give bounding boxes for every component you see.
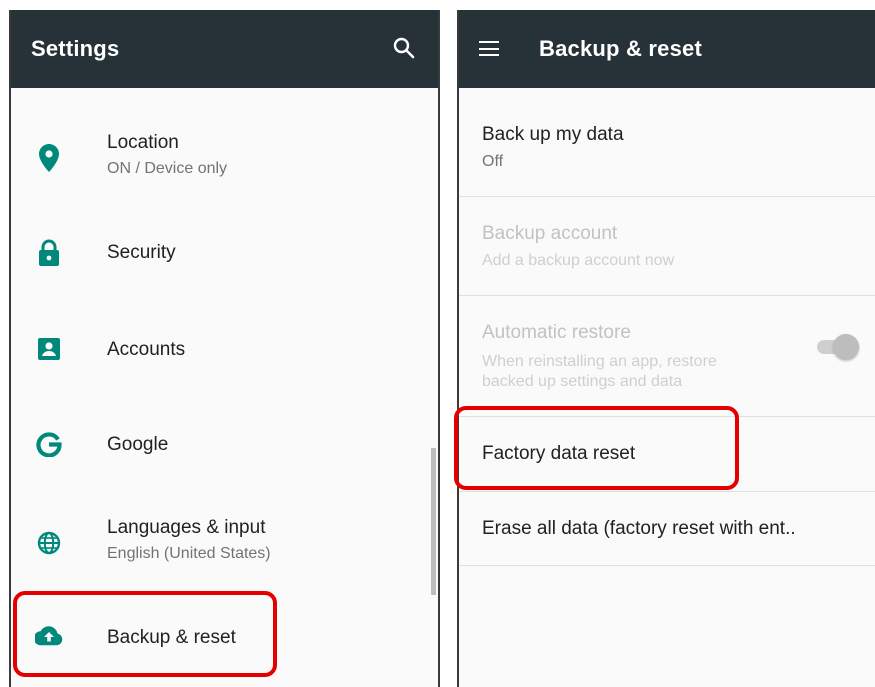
item-label: Google (107, 434, 169, 455)
lock-icon (33, 239, 65, 267)
globe-icon (33, 531, 65, 555)
item-sub: Add a backup account now (482, 252, 675, 269)
item-label: Languages & input (107, 517, 266, 538)
location-pin-icon (33, 144, 65, 172)
automatic-restore-toggle (817, 334, 859, 360)
item-label: Backup account (482, 223, 618, 244)
settings-item-languages[interactable]: Languages & input English (United States… (11, 505, 438, 580)
backup-item-back-up-my-data[interactable]: Back up my data Off (459, 88, 875, 197)
item-label: Location (107, 132, 179, 153)
item-label: Security (107, 242, 176, 263)
item-sub: Off (482, 153, 504, 170)
item-sub: English (United States) (107, 545, 271, 562)
page-title: Backup & reset (539, 36, 702, 61)
backup-item-automatic-restore: Automatic restore When reinstalling an a… (459, 296, 875, 417)
item-sub-line: When reinstalling an app, restore (482, 353, 717, 370)
item-label: Accounts (107, 339, 186, 360)
backup-reset-screen: Backup & reset Back up my data Off Backu… (457, 10, 875, 687)
account-box-icon (33, 337, 65, 361)
google-icon (33, 431, 65, 457)
backup-item-backup-account: Backup account Add a backup account now (459, 197, 875, 296)
item-label: Automatic restore (482, 322, 631, 343)
menu-icon[interactable] (479, 41, 501, 57)
backup-app-bar: Backup & reset (459, 10, 875, 88)
scrollbar[interactable] (431, 448, 436, 595)
backup-item-erase-all-data[interactable]: Erase all data (factory reset with ent.. (459, 492, 875, 566)
item-sub-line: backed up settings and data (482, 373, 683, 390)
settings-item-location[interactable]: Location ON / Device only (11, 120, 438, 195)
page-title: Settings (31, 36, 120, 61)
item-sub: ON / Device only (107, 160, 228, 177)
highlight-box-factory-data-reset (454, 406, 739, 490)
settings-item-accounts[interactable]: Accounts (11, 315, 438, 385)
settings-item-google[interactable]: Google (11, 410, 438, 480)
settings-screen: Settings Location ON / Device only Secur… (9, 10, 440, 687)
item-label: Back up my data (482, 124, 624, 145)
search-icon[interactable] (392, 36, 416, 65)
settings-app-bar: Settings (11, 10, 438, 88)
highlight-box-backup-reset (13, 591, 277, 677)
settings-item-security[interactable]: Security (11, 218, 438, 288)
item-sub: When reinstalling an app, restore backed… (482, 352, 717, 392)
item-label: Erase all data (factory reset with ent.. (482, 518, 796, 539)
